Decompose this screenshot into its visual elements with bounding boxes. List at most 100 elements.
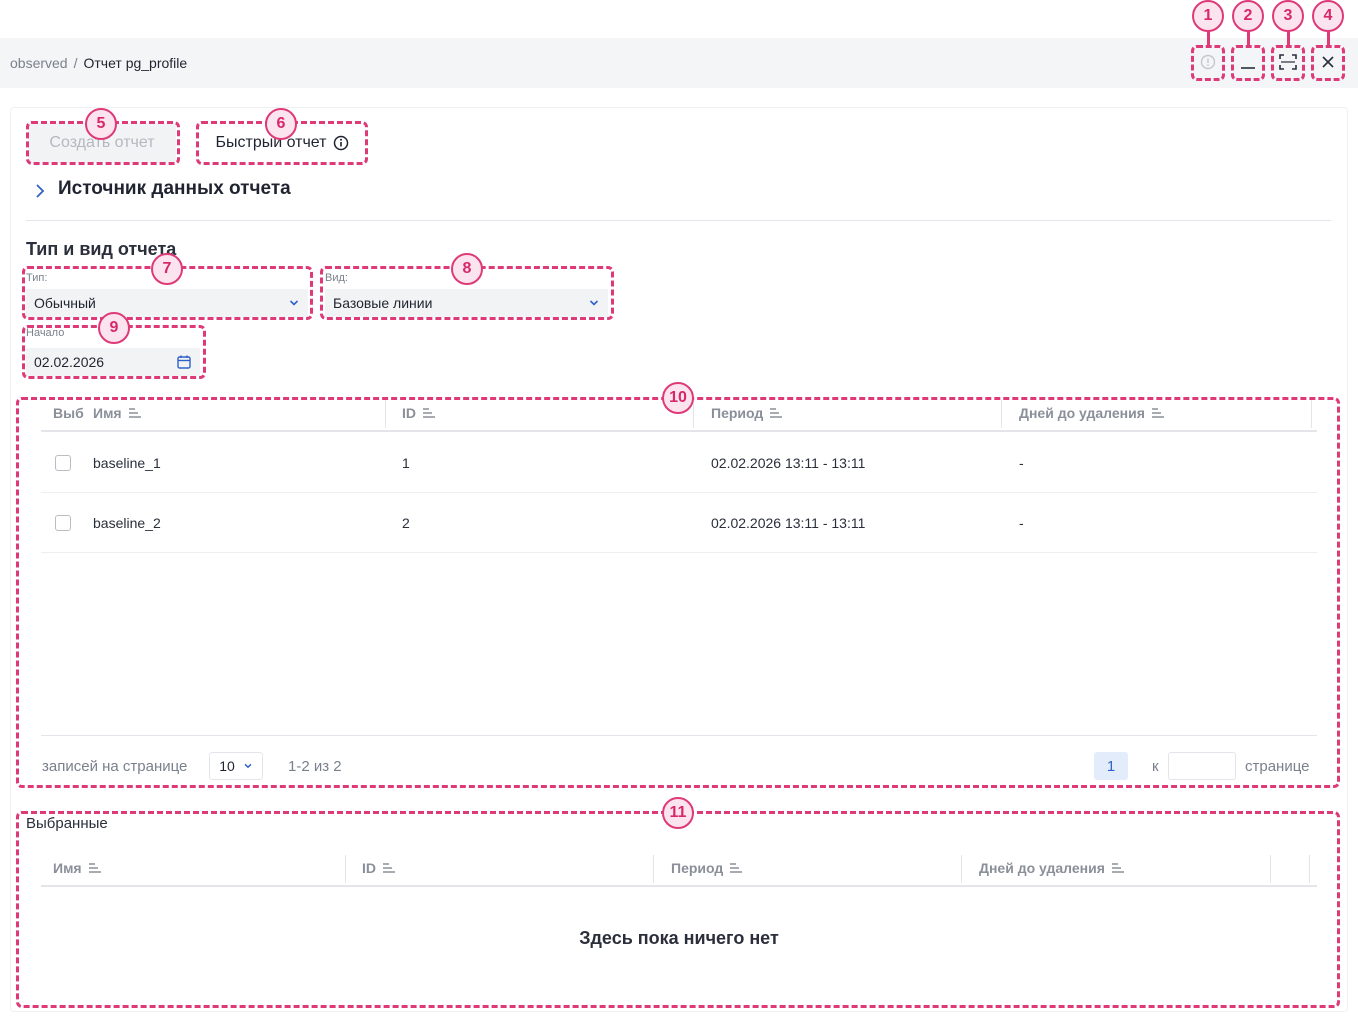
sort-icon[interactable] — [1111, 862, 1125, 874]
minimize-icon — [1241, 67, 1255, 69]
sort-icon[interactable] — [128, 407, 142, 419]
start-date-input[interactable]: 02.02.2026 — [26, 348, 200, 376]
chevron-down-icon — [244, 763, 252, 769]
view-select-value: Базовые линии — [333, 295, 433, 311]
breadcrumb: observed / Отчет pg_profile — [10, 55, 187, 71]
goto-page-input[interactable] — [1168, 752, 1236, 780]
sort-icon[interactable] — [88, 862, 102, 874]
row-id: 2 — [402, 515, 410, 531]
top-bar — [0, 38, 1358, 88]
close-icon — [1322, 56, 1334, 68]
column-period[interactable]: Период — [671, 851, 743, 885]
expand-icon — [1279, 54, 1297, 70]
breadcrumb-root-link[interactable]: observed — [10, 55, 68, 71]
view-select[interactable]: Базовые линии — [325, 289, 608, 317]
column-divider[interactable] — [693, 400, 694, 428]
sort-icon[interactable] — [422, 407, 436, 419]
expand-button[interactable] — [1272, 46, 1304, 78]
start-label: Начало — [26, 327, 65, 339]
sort-icon[interactable] — [1151, 407, 1165, 419]
breadcrumb-separator: / — [73, 55, 78, 71]
column-divider[interactable] — [653, 855, 654, 883]
report-type-heading: Тип и вид отчета — [26, 239, 177, 259]
column-id[interactable]: ID — [362, 851, 396, 885]
chevron-down-icon — [289, 300, 299, 306]
sort-icon[interactable] — [729, 862, 743, 874]
row-name: baseline_1 — [93, 455, 161, 471]
row-checkbox[interactable] — [55, 515, 71, 531]
type-select[interactable]: Обычный — [26, 289, 308, 317]
data-source-toggle[interactable]: Источник данных отчета — [58, 178, 291, 200]
column-divider[interactable] — [345, 855, 346, 883]
annotation-badge: 4 — [1312, 0, 1344, 32]
row-checkbox[interactable] — [55, 455, 71, 471]
annotation-badge: 6 — [265, 108, 297, 140]
row-period: 02.02.2026 13:11 - 13:11 — [711, 515, 866, 531]
column-id-label: ID — [362, 860, 376, 876]
chevron-right-icon[interactable] — [33, 183, 47, 199]
info-icon — [333, 135, 348, 151]
goto-prefix: к — [1152, 758, 1159, 775]
annotation-badge: 11 — [662, 797, 694, 829]
empty-state-message: Здесь пока ничего нет — [579, 928, 779, 948]
column-id-label: ID — [402, 405, 416, 421]
chevron-down-icon — [589, 300, 599, 306]
column-select: Выб — [53, 405, 84, 421]
column-period-label: Период — [711, 405, 764, 421]
annotation-badge: 9 — [98, 312, 130, 344]
info-button[interactable] — [1192, 46, 1224, 78]
column-id[interactable]: ID — [402, 396, 436, 430]
column-days-label: Дней до удаления — [1019, 405, 1145, 421]
column-days[interactable]: Дней до удаления — [1019, 396, 1165, 430]
column-divider[interactable] — [1311, 400, 1312, 428]
annotation-badge: 1 — [1192, 0, 1224, 32]
annotation-badge: 7 — [151, 253, 183, 285]
per-page-value: 10 — [219, 758, 235, 774]
row-days: - — [1019, 515, 1024, 531]
column-divider[interactable] — [961, 855, 962, 883]
info-circle-icon — [1200, 54, 1216, 70]
annotation-badge: 5 — [85, 108, 117, 140]
column-name[interactable]: Имя — [53, 851, 102, 885]
column-name-label: Имя — [53, 860, 82, 876]
column-divider[interactable] — [1270, 855, 1271, 883]
column-period[interactable]: Период — [711, 396, 783, 430]
calendar-icon[interactable] — [176, 354, 192, 370]
column-divider[interactable] — [1001, 400, 1002, 428]
sort-icon[interactable] — [769, 407, 783, 419]
column-divider[interactable] — [1309, 855, 1310, 883]
table-row[interactable]: baseline_1 1 02.02.2026 13:11 - 13:11 - — [41, 433, 1317, 493]
column-period-label: Период — [671, 860, 724, 876]
goto-suffix: странице — [1245, 758, 1310, 775]
page-button-current[interactable]: 1 — [1094, 752, 1128, 780]
type-select-value: Обычный — [34, 295, 96, 311]
column-divider[interactable] — [385, 400, 386, 428]
column-days[interactable]: Дней до удаления — [979, 851, 1125, 885]
minimize-button[interactable] — [1232, 46, 1264, 78]
selected-title: Выбранные — [26, 815, 108, 832]
annotation-badge: 10 — [662, 382, 694, 414]
row-days: - — [1019, 455, 1024, 471]
row-period: 02.02.2026 13:11 - 13:11 — [711, 455, 866, 471]
section-divider — [26, 220, 1331, 221]
annotation-badge: 8 — [451, 253, 483, 285]
type-label: Тип: — [26, 272, 48, 284]
breadcrumb-current: Отчет pg_profile — [83, 55, 188, 71]
selected-table-header: Имя ID Период Дней до удаления — [41, 851, 1317, 887]
column-days-label: Дней до удаления — [979, 860, 1105, 876]
annotation-badge: 3 — [1272, 0, 1304, 32]
per-page-select[interactable]: 10 — [209, 752, 263, 780]
column-name[interactable]: Имя — [93, 396, 142, 430]
row-id: 1 — [402, 455, 410, 471]
start-date-value: 02.02.2026 — [34, 354, 105, 370]
row-name: baseline_2 — [93, 515, 161, 531]
column-name-label: Имя — [93, 405, 122, 421]
table-row[interactable]: baseline_2 2 02.02.2026 13:11 - 13:11 - — [41, 493, 1317, 553]
per-page-label: записей на странице — [42, 758, 188, 775]
pagination-divider — [41, 735, 1317, 736]
sort-icon[interactable] — [382, 862, 396, 874]
range-indicator: 1-2 из 2 — [288, 758, 342, 775]
close-button[interactable] — [1312, 46, 1344, 78]
annotation-badge: 2 — [1232, 0, 1264, 32]
view-label: Вид: — [325, 272, 348, 284]
